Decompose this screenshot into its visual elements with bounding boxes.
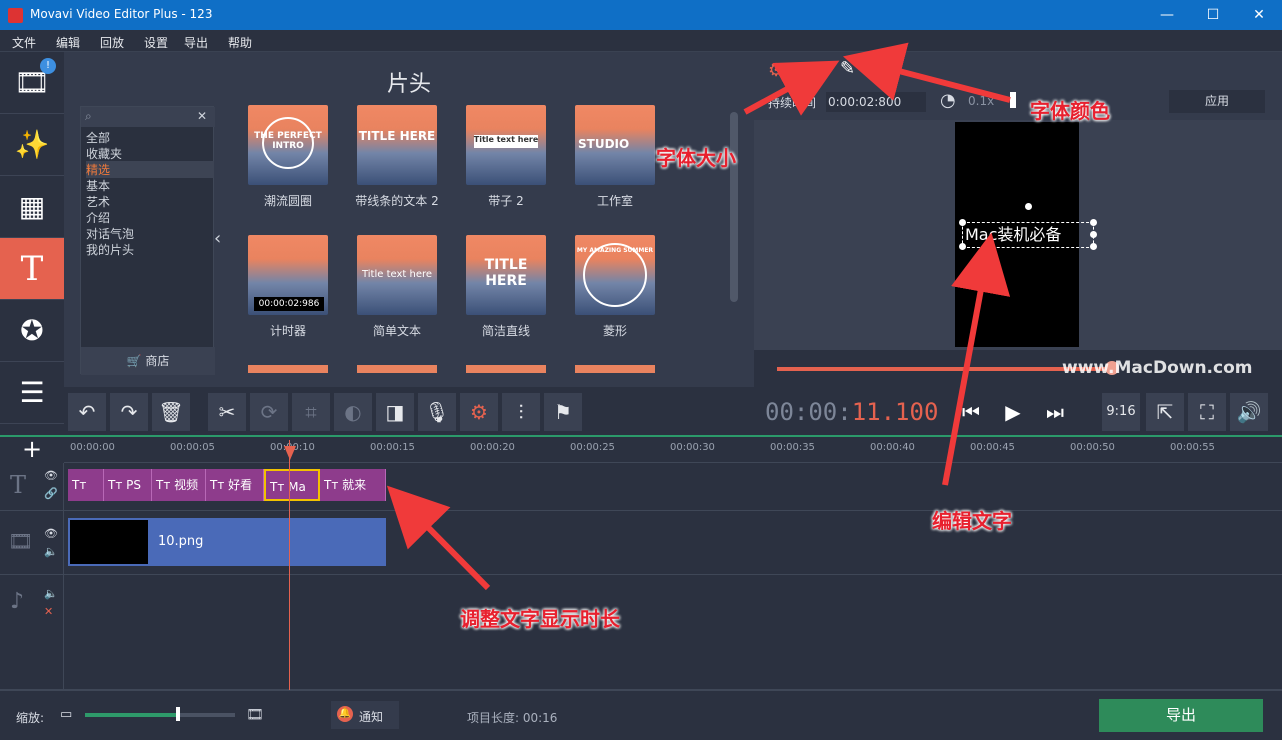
arrow-font-size xyxy=(743,60,840,116)
annotation-font-size: 字体大小 xyxy=(656,146,736,170)
annotation-edit-text: 编辑文字 xyxy=(932,509,1012,533)
annotation-font-color: 字体颜色 xyxy=(1030,99,1110,123)
arrow-adjust-duration xyxy=(386,485,491,591)
arrow-edit-text xyxy=(942,232,1011,486)
annotation-adjust-duration: 调整文字显示时长 xyxy=(460,607,620,631)
arrow-font-color xyxy=(842,42,1011,103)
